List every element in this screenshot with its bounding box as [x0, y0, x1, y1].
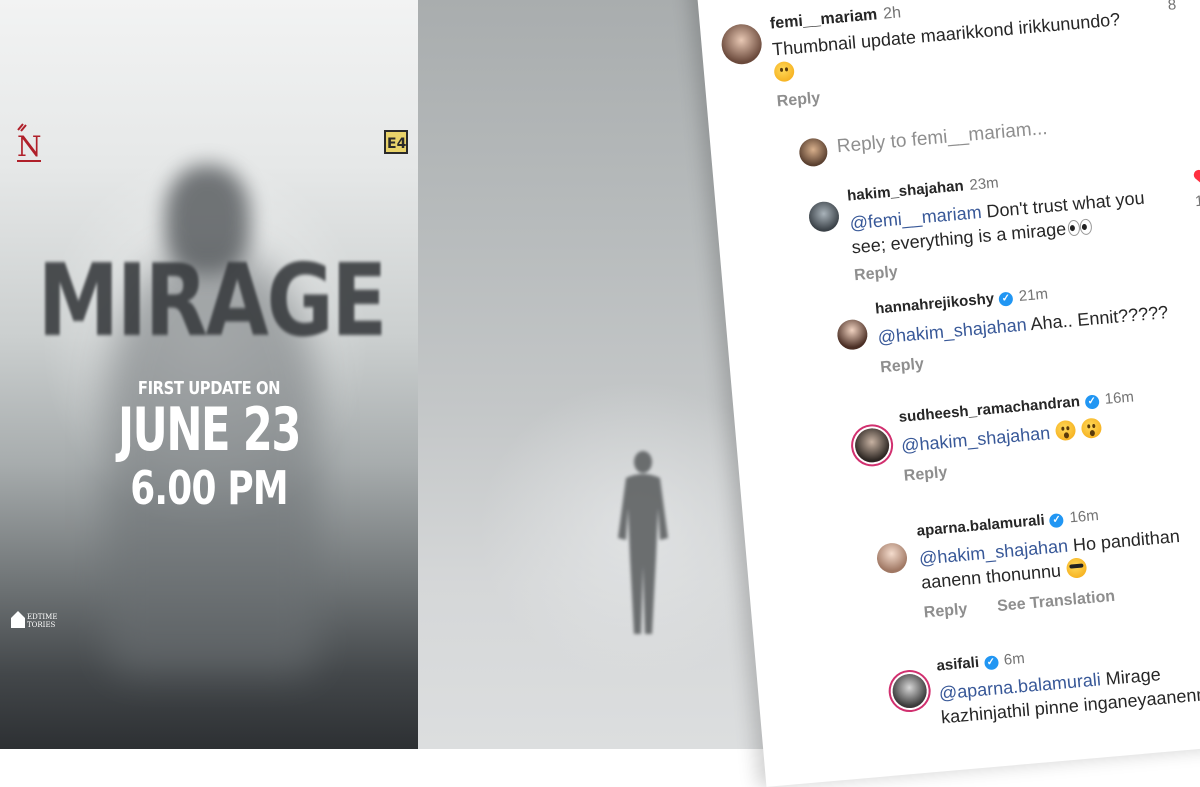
reply-button[interactable]: Reply: [903, 464, 948, 486]
username-link[interactable]: asifali: [936, 654, 980, 675]
e4-logo-icon: E4: [384, 130, 408, 154]
svg-text:E4: E4: [387, 136, 407, 152]
username-link[interactable]: aparna.balamurali: [916, 512, 1045, 540]
reply-button[interactable]: Reply: [880, 356, 925, 378]
verified-badge-icon: ✓: [1049, 512, 1065, 529]
username-link[interactable]: hannahrejikoshy: [874, 290, 994, 317]
walking-figure-silhouette: [618, 451, 668, 634]
astonished-emoji-icon: [1055, 419, 1077, 442]
release-date: JUNE 23: [118, 395, 301, 465]
mention-link[interactable]: @hakim_shajahan: [877, 314, 1028, 347]
astonished-emoji-icon: [1080, 417, 1103, 439]
reply-button[interactable]: Reply: [923, 601, 968, 622]
verified-badge-icon: ✓: [1084, 394, 1100, 410]
reply-button[interactable]: Reply: [854, 264, 899, 286]
avatar[interactable]: [807, 200, 841, 233]
production-logo-icon: N: [17, 123, 42, 163]
comment-text-content: Aha.. Ennit?????: [1029, 302, 1170, 335]
avatar-story-ring[interactable]: [891, 672, 929, 710]
username-link[interactable]: hakim_shajahan: [847, 177, 965, 204]
comment-time: 23m: [968, 174, 1000, 194]
verified-badge-icon: ✓: [998, 291, 1014, 307]
liked-heart-icon[interactable]: [1192, 168, 1200, 188]
comment-text-content: Ho pandithan: [1072, 525, 1181, 556]
comment-text-content: Mirage: [1104, 664, 1162, 689]
comment-time: 2h: [882, 4, 902, 23]
comment-time: 16m: [1068, 506, 1100, 527]
movie-poster: N E4 MIRAGE FIRST UPDATE ON JUNE 23 6.00…: [0, 0, 418, 749]
reply-input[interactable]: Reply to femi__mariam...: [836, 118, 1048, 158]
mention-link[interactable]: @hakim_shajahan: [900, 423, 1051, 456]
instagram-comments-panel: femi__mariam 2h Thumbnail update maarikko…: [695, 0, 1200, 787]
svg-text:EDTIME: EDTIME: [27, 613, 57, 621]
avatar[interactable]: [836, 318, 869, 351]
sunglasses-emoji-icon: [1065, 557, 1088, 579]
thinking-emoji-icon: [773, 60, 796, 83]
bedtime-stories-logo-icon: EDTIME TORIES: [11, 611, 57, 629]
current-user-avatar: [798, 137, 829, 168]
avatar-story-ring[interactable]: [853, 426, 891, 464]
comment-time: 16m: [1103, 388, 1135, 408]
svg-text:N: N: [17, 130, 42, 163]
poster-title: MIRAGE: [37, 242, 388, 359]
see-translation-button[interactable]: See Translation: [996, 588, 1115, 615]
reply-actions: Reply See Translation: [923, 588, 1116, 623]
comment-username[interactable]: asifali ✓ 6m: [936, 650, 1026, 675]
like-count: 12: [1194, 191, 1200, 211]
reply-button[interactable]: Reply: [776, 90, 821, 112]
comment-text-content: Don't trust what you: [985, 187, 1146, 222]
comment-time: 6m: [1003, 649, 1026, 669]
release-time: 6.00 PM: [130, 461, 288, 515]
avatar[interactable]: [719, 22, 764, 66]
verified-badge-icon: ✓: [983, 655, 999, 671]
avatar[interactable]: [875, 541, 909, 575]
svg-text:TORIES: TORIES: [27, 621, 56, 629]
eyes-emoji-icon: [1067, 218, 1093, 237]
like-count: 8: [1167, 0, 1177, 14]
comment-time: 21m: [1018, 285, 1049, 305]
